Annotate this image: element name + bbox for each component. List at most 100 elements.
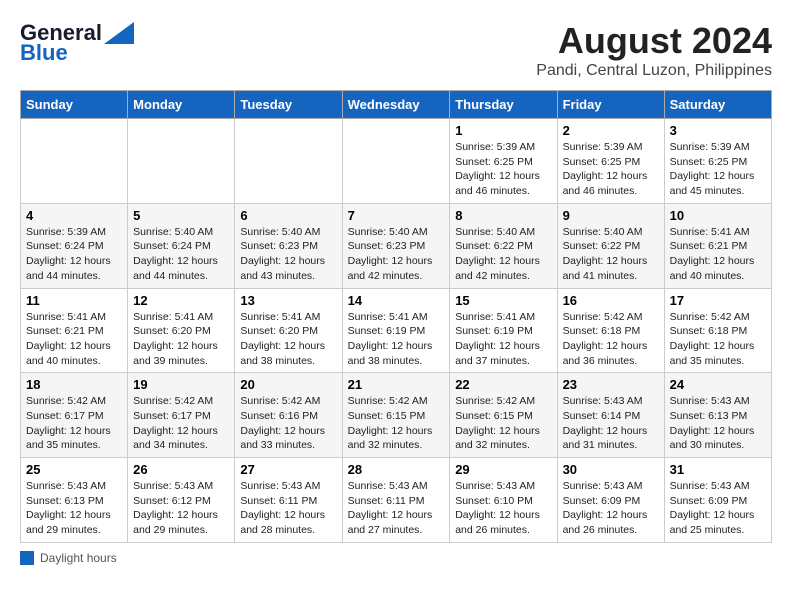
day-info: Sunrise: 5:41 AM Sunset: 6:21 PM Dayligh…: [670, 225, 766, 284]
day-number: 30: [563, 462, 659, 477]
day-header-tuesday: Tuesday: [235, 91, 342, 119]
calendar-cell: 29Sunrise: 5:43 AM Sunset: 6:10 PM Dayli…: [450, 458, 557, 543]
calendar-cell: 2 Sunrise: 5:39 AM Sunset: 6:25 PM Daylig…: [557, 119, 664, 204]
calendar-cell: 31Sunrise: 5:43 AM Sunset: 6:09 PM Dayli…: [664, 458, 771, 543]
legend-text: Daylight hours: [40, 551, 117, 565]
day-info: Sunrise: 5:43 AM Sunset: 6:09 PM Dayligh…: [563, 479, 659, 538]
calendar-cell: 19 Sunrise: 5:42 AM Sunset: 6:17 PM Dayli…: [128, 373, 235, 458]
day-info: Sunrise: 5:41 AM Sunset: 6:19 PM Dayligh…: [348, 310, 445, 369]
calendar-week-row: 4 Sunrise: 5:39 AM Sunset: 6:24 PM Daylig…: [21, 203, 772, 288]
day-info: Sunrise: 5:42 AM Sunset: 6:15 PM Dayligh…: [348, 394, 445, 453]
day-number: 22: [455, 377, 551, 392]
day-number: 19: [133, 377, 229, 392]
day-number: 24: [670, 377, 766, 392]
day-header-wednesday: Wednesday: [342, 91, 450, 119]
day-info: Sunrise: 5:42 AM Sunset: 6:18 PM Dayligh…: [670, 310, 766, 369]
calendar-cell: 12Sunrise: 5:41 AM Sunset: 6:20 PM Dayli…: [128, 288, 235, 373]
calendar-cell: 5Sunrise: 5:40 AM Sunset: 6:24 PM Daylig…: [128, 203, 235, 288]
calendar-cell: [21, 119, 128, 204]
calendar-cell: 9Sunrise: 5:40 AM Sunset: 6:22 PM Daylig…: [557, 203, 664, 288]
day-number: 7: [348, 208, 445, 223]
day-number: 17: [670, 293, 766, 308]
calendar-cell: 4 Sunrise: 5:39 AM Sunset: 6:24 PM Daylig…: [21, 203, 128, 288]
logo: General Blue: [20, 20, 134, 66]
day-info: Sunrise: 5:40 AM Sunset: 6:22 PM Dayligh…: [563, 225, 659, 284]
calendar-cell: [235, 119, 342, 204]
day-info: Sunrise: 5:42 AM Sunset: 6:15 PM Dayligh…: [455, 394, 551, 453]
logo-blue: Blue: [20, 40, 68, 66]
day-info: Sunrise: 5:42 AM Sunset: 6:16 PM Dayligh…: [240, 394, 336, 453]
day-info: Sunrise: 5:42 AM Sunset: 6:17 PM Dayligh…: [26, 394, 122, 453]
calendar-cell: 18Sunrise: 5:42 AM Sunset: 6:17 PM Dayli…: [21, 373, 128, 458]
day-header-sunday: Sunday: [21, 91, 128, 119]
calendar-cell: 30 Sunrise: 5:43 AM Sunset: 6:09 PM Dayli…: [557, 458, 664, 543]
calendar-cell: 11Sunrise: 5:41 AM Sunset: 6:21 PM Dayli…: [21, 288, 128, 373]
calendar-cell: 13Sunrise: 5:41 AM Sunset: 6:20 PM Dayli…: [235, 288, 342, 373]
day-info: Sunrise: 5:40 AM Sunset: 6:22 PM Dayligh…: [455, 225, 551, 284]
day-number: 23: [563, 377, 659, 392]
legend-box: [20, 551, 34, 565]
calendar-cell: 28 Sunrise: 5:43 AM Sunset: 6:11 PM Dayli…: [342, 458, 450, 543]
day-number: 10: [670, 208, 766, 223]
calendar-cell: 8Sunrise: 5:40 AM Sunset: 6:22 PM Daylig…: [450, 203, 557, 288]
location: Pandi, Central Luzon, Philippines: [536, 62, 772, 80]
calendar-cell: 24 Sunrise: 5:43 AM Sunset: 6:13 PM Dayli…: [664, 373, 771, 458]
legend: Daylight hours: [20, 551, 772, 565]
day-number: 16: [563, 293, 659, 308]
title-block: August 2024 Pandi, Central Luzon, Philip…: [536, 20, 772, 80]
day-header-monday: Monday: [128, 91, 235, 119]
day-number: 29: [455, 462, 551, 477]
day-number: 13: [240, 293, 336, 308]
day-number: 21: [348, 377, 445, 392]
month-year: August 2024: [536, 20, 772, 62]
day-info: Sunrise: 5:43 AM Sunset: 6:13 PM Dayligh…: [670, 394, 766, 453]
page-header: General Blue August 2024 Pandi, Central …: [20, 20, 772, 80]
day-header-saturday: Saturday: [664, 91, 771, 119]
calendar-table: SundayMondayTuesdayWednesdayThursdayFrid…: [20, 90, 772, 543]
day-info: Sunrise: 5:40 AM Sunset: 6:23 PM Dayligh…: [240, 225, 336, 284]
day-number: 4: [26, 208, 122, 223]
calendar-cell: 10 Sunrise: 5:41 AM Sunset: 6:21 PM Dayli…: [664, 203, 771, 288]
day-info: Sunrise: 5:43 AM Sunset: 6:11 PM Dayligh…: [240, 479, 336, 538]
logo-icon: [104, 22, 134, 44]
day-number: 28: [348, 462, 445, 477]
calendar-cell: 27Sunrise: 5:43 AM Sunset: 6:11 PM Dayli…: [235, 458, 342, 543]
day-info: Sunrise: 5:40 AM Sunset: 6:23 PM Dayligh…: [348, 225, 445, 284]
calendar-cell: 14 Sunrise: 5:41 AM Sunset: 6:19 PM Dayli…: [342, 288, 450, 373]
calendar-week-row: 11Sunrise: 5:41 AM Sunset: 6:21 PM Dayli…: [21, 288, 772, 373]
day-info: Sunrise: 5:41 AM Sunset: 6:20 PM Dayligh…: [133, 310, 229, 369]
day-number: 20: [240, 377, 336, 392]
day-info: Sunrise: 5:43 AM Sunset: 6:12 PM Dayligh…: [133, 479, 229, 538]
day-info: Sunrise: 5:42 AM Sunset: 6:17 PM Dayligh…: [133, 394, 229, 453]
calendar-cell: 23 Sunrise: 5:43 AM Sunset: 6:14 PM Dayli…: [557, 373, 664, 458]
day-number: 6: [240, 208, 336, 223]
calendar-header-row: SundayMondayTuesdayWednesdayThursdayFrid…: [21, 91, 772, 119]
day-info: Sunrise: 5:43 AM Sunset: 6:13 PM Dayligh…: [26, 479, 122, 538]
day-number: 2: [563, 123, 659, 138]
calendar-cell: 3Sunrise: 5:39 AM Sunset: 6:25 PM Daylig…: [664, 119, 771, 204]
calendar-cell: 6 Sunrise: 5:40 AM Sunset: 6:23 PM Daylig…: [235, 203, 342, 288]
day-info: Sunrise: 5:43 AM Sunset: 6:11 PM Dayligh…: [348, 479, 445, 538]
calendar-cell: 16 Sunrise: 5:42 AM Sunset: 6:18 PM Dayli…: [557, 288, 664, 373]
day-header-friday: Friday: [557, 91, 664, 119]
day-number: 3: [670, 123, 766, 138]
calendar-cell: [128, 119, 235, 204]
calendar-cell: 22 Sunrise: 5:42 AM Sunset: 6:15 PM Dayli…: [450, 373, 557, 458]
day-info: Sunrise: 5:43 AM Sunset: 6:09 PM Dayligh…: [670, 479, 766, 538]
day-info: Sunrise: 5:40 AM Sunset: 6:24 PM Dayligh…: [133, 225, 229, 284]
day-info: Sunrise: 5:39 AM Sunset: 6:25 PM Dayligh…: [563, 140, 659, 199]
day-info: Sunrise: 5:42 AM Sunset: 6:18 PM Dayligh…: [563, 310, 659, 369]
day-info: Sunrise: 5:43 AM Sunset: 6:14 PM Dayligh…: [563, 394, 659, 453]
calendar-week-row: 1 Sunrise: 5:39 AM Sunset: 6:25 PM Daylig…: [21, 119, 772, 204]
calendar-cell: 26Sunrise: 5:43 AM Sunset: 6:12 PM Dayli…: [128, 458, 235, 543]
calendar-cell: 21 Sunrise: 5:42 AM Sunset: 6:15 PM Dayli…: [342, 373, 450, 458]
calendar-week-row: 18Sunrise: 5:42 AM Sunset: 6:17 PM Dayli…: [21, 373, 772, 458]
day-header-thursday: Thursday: [450, 91, 557, 119]
day-info: Sunrise: 5:41 AM Sunset: 6:19 PM Dayligh…: [455, 310, 551, 369]
calendar-cell: 1Sunrise: 5:39 AM Sunset: 6:25 PM Daylig…: [450, 119, 557, 204]
calendar-cell: 15Sunrise: 5:41 AM Sunset: 6:19 PM Dayli…: [450, 288, 557, 373]
day-number: 1: [455, 123, 551, 138]
day-info: Sunrise: 5:39 AM Sunset: 6:24 PM Dayligh…: [26, 225, 122, 284]
calendar-cell: 17 Sunrise: 5:42 AM Sunset: 6:18 PM Dayli…: [664, 288, 771, 373]
day-number: 14: [348, 293, 445, 308]
